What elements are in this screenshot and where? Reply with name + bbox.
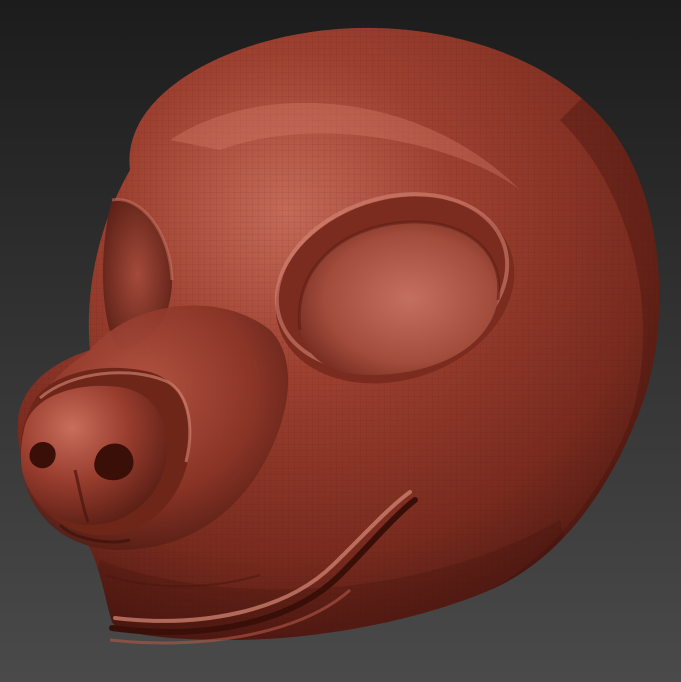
sculpt-canvas [0,0,681,682]
sculpt-viewport[interactable] [0,0,681,682]
